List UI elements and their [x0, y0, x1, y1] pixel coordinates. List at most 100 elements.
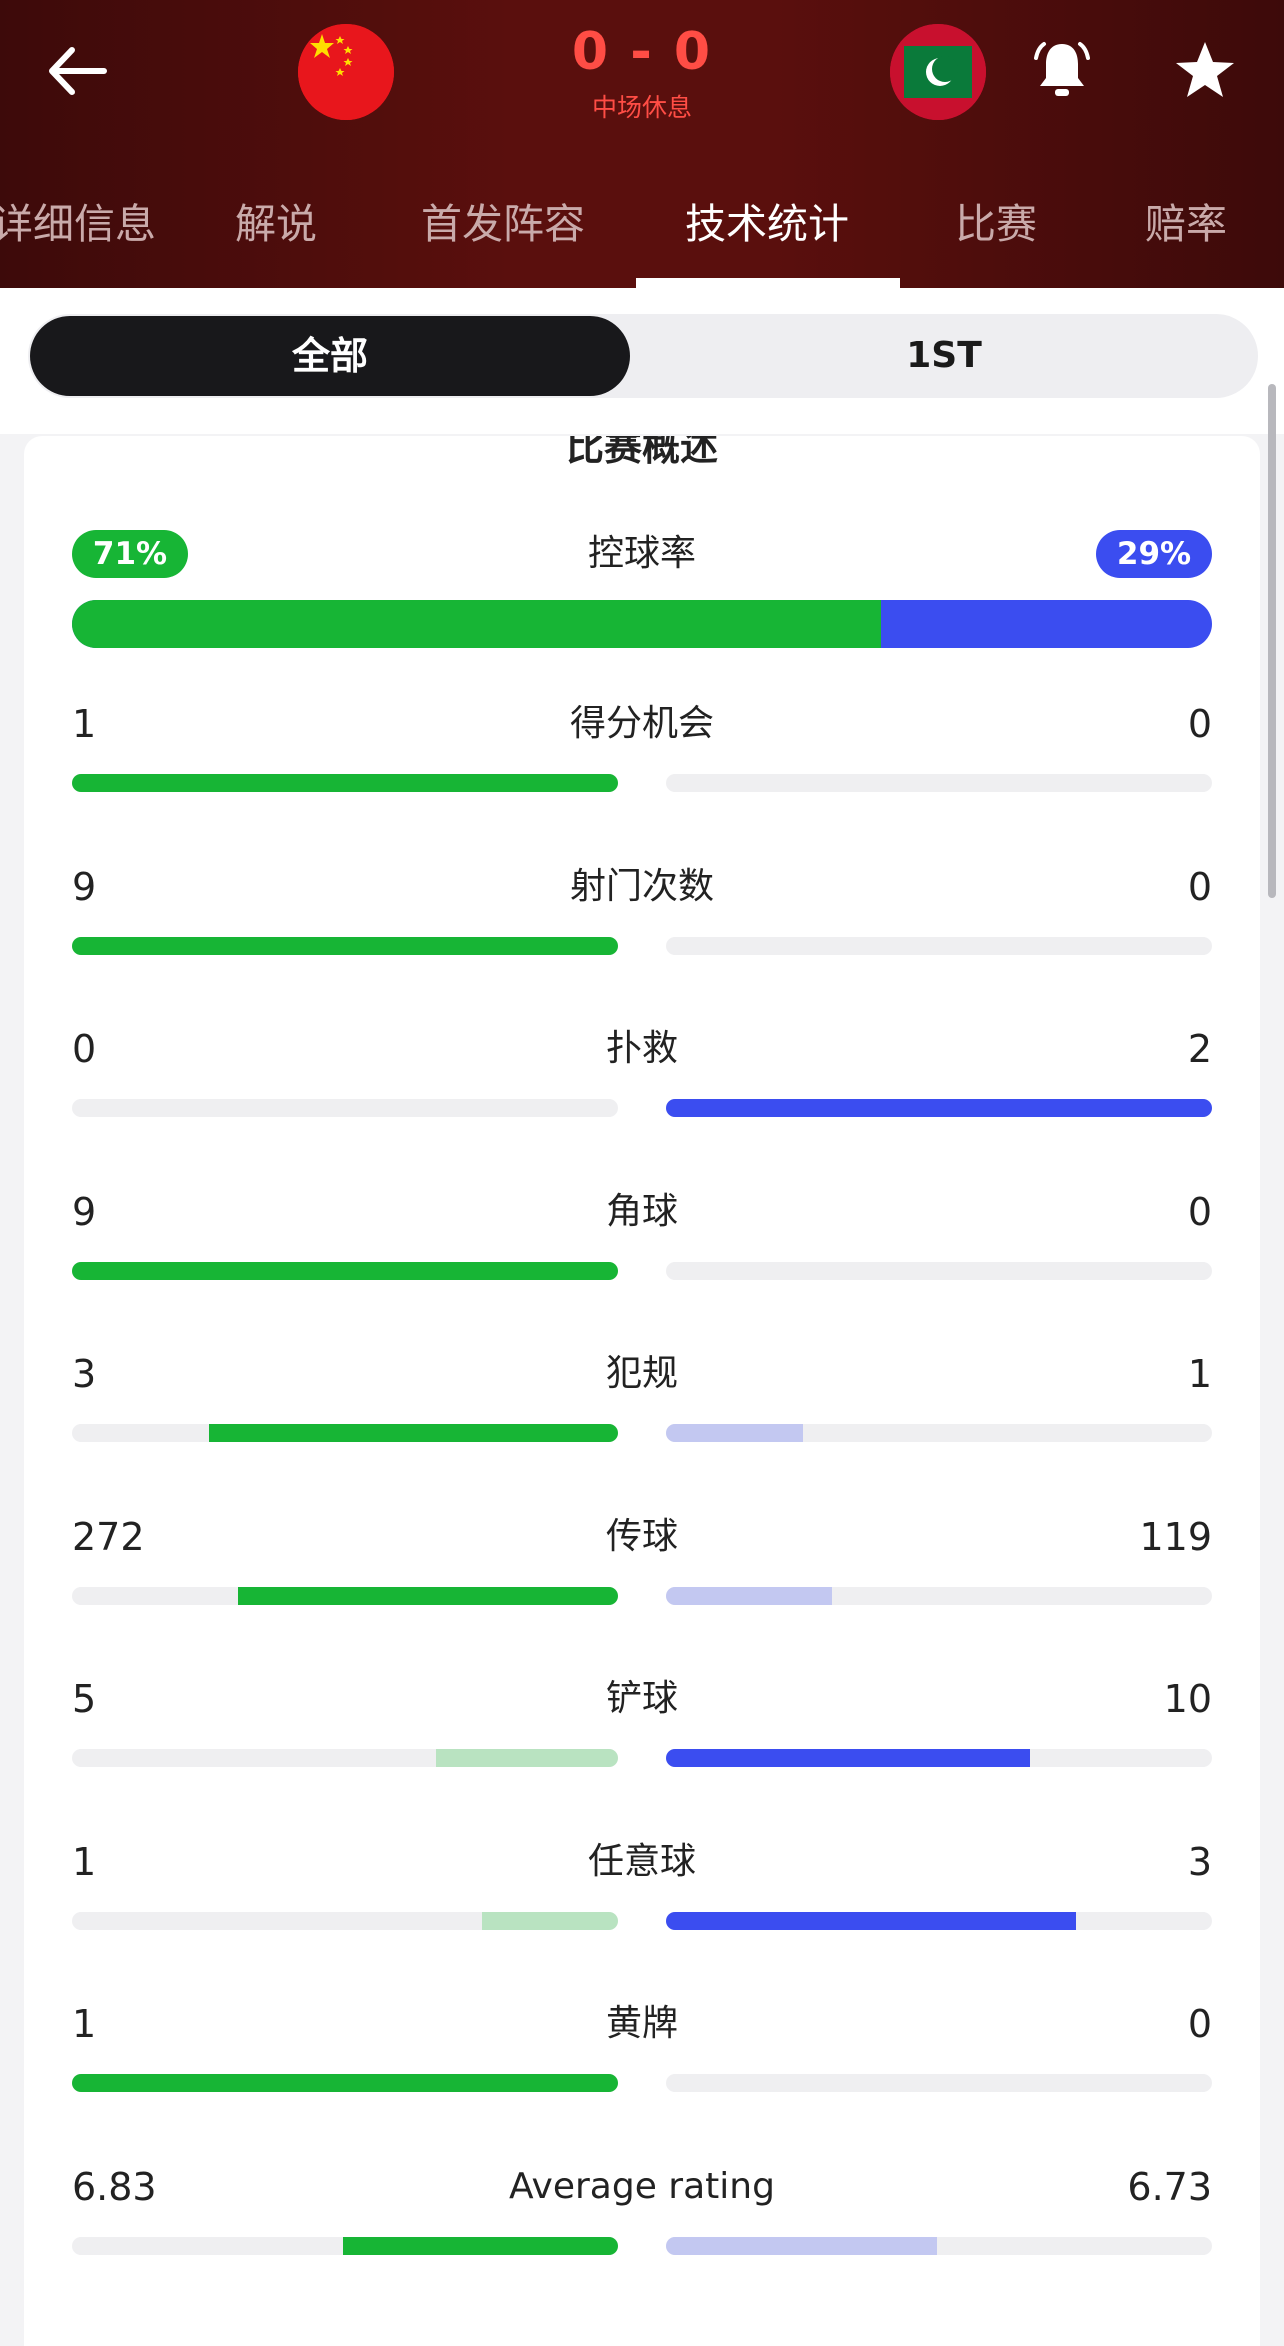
- segment-all-button[interactable]: 全部: [30, 316, 630, 396]
- stat-home-bar: [72, 1911, 618, 1930]
- stat-home-fill: [72, 2074, 618, 2092]
- tab-match[interactable]: 比赛: [955, 190, 1037, 250]
- stat-row: 1 任意球 3: [72, 1836, 1212, 1956]
- possession-away-badge: 29%: [1096, 530, 1212, 578]
- stat-away-value: 0: [1187, 1189, 1212, 1234]
- stat-home-bar: [72, 936, 618, 955]
- stat-away-bar: [666, 2236, 1212, 2255]
- period-segment: 全部 1ST: [28, 314, 1258, 398]
- stat-row: 3 犯规 1: [72, 1348, 1212, 1468]
- china-flag-icon[interactable]: [298, 24, 394, 120]
- tab-details[interactable]: 详细信息: [0, 190, 156, 250]
- tab-odds[interactable]: 赔率: [1145, 190, 1227, 250]
- stat-home-value: 272: [72, 1514, 145, 1559]
- stat-home-fill: [72, 936, 618, 955]
- stat-away-bar: [666, 1586, 1212, 1605]
- maldives-flag-icon[interactable]: [890, 24, 986, 120]
- section-title: 比赛概述: [565, 436, 718, 469]
- possession-bar: [72, 600, 1212, 648]
- stat-label: 任意球: [587, 1840, 696, 1882]
- stat-label: 传球: [605, 1515, 678, 1557]
- stat-away-bar: [666, 1099, 1212, 1117]
- active-tab-indicator: [636, 278, 900, 288]
- match-score: 0 - 0: [571, 22, 713, 82]
- stat-away-value: 119: [1139, 1514, 1212, 1559]
- stat-row: 5 铲球 10: [72, 1673, 1212, 1793]
- tab-bar: 详细信息 解说 首发阵容 技术统计 比赛 赔率: [0, 180, 1284, 288]
- stat-home-fill: [343, 2236, 618, 2255]
- stat-label: 犯规: [605, 1353, 678, 1394]
- stat-away-value: 0: [1187, 2002, 1212, 2046]
- stat-home-bar: [72, 1099, 618, 1117]
- segment-first-half-button[interactable]: 1ST: [632, 316, 1256, 396]
- stat-row: 1 得分机会 0: [72, 698, 1212, 818]
- stat-away-bar: [666, 936, 1212, 955]
- stat-home-bar: [72, 2074, 618, 2092]
- stat-away-value: 2: [1187, 1027, 1212, 1071]
- stat-away-value: 0: [1187, 702, 1212, 746]
- stat-row: 1 黄牌 0: [72, 1998, 1212, 2118]
- stat-row: 0 扑救 2: [72, 1023, 1212, 1143]
- stat-home-fill: [436, 1749, 618, 1767]
- stat-away-bar: [666, 1749, 1212, 1767]
- stat-home-fill: [72, 1261, 618, 1280]
- stat-home-fill: [72, 774, 618, 792]
- match-status: 中场休息: [591, 93, 692, 122]
- stat-away-value: 1: [1187, 1352, 1212, 1396]
- stat-home-bar: [72, 2236, 618, 2255]
- stat-away-value: 6.73: [1127, 2164, 1212, 2209]
- stat-home-bar: [72, 1749, 618, 1767]
- stat-away-fill: [666, 1586, 833, 1605]
- stat-away-fill: [666, 1911, 1076, 1930]
- stat-away-fill: [666, 1424, 803, 1442]
- stat-home-fill: [208, 1424, 618, 1442]
- stat-home-value: 5: [72, 1677, 97, 1721]
- stat-label: 铲球: [605, 1678, 678, 1719]
- back-arrow-icon[interactable]: [42, 36, 112, 106]
- scrollbar[interactable]: [1268, 384, 1276, 898]
- stat-home-bar: [72, 1586, 618, 1605]
- stat-row: 6.83 Average rating 6.73: [72, 2161, 1212, 2281]
- stat-home-value: 3: [72, 1352, 97, 1396]
- stat-label: Average rating: [509, 2165, 775, 2207]
- possession-home-badge: 71%: [72, 530, 188, 578]
- stat-label: 射门次数: [569, 865, 714, 907]
- stat-away-fill: [666, 2236, 937, 2255]
- match-header: 0 - 0 中场休息 详细信息 解说 首发阵容 技术统计 比赛 赔率: [0, 0, 1284, 288]
- stat-away-fill: [666, 1749, 1030, 1767]
- stat-away-value: 10: [1163, 1677, 1212, 1721]
- stat-label: 黄牌: [605, 2003, 678, 2044]
- stat-home-fill: [481, 1911, 618, 1930]
- stat-home-value: 9: [72, 1189, 97, 1234]
- stat-home-value: 1: [72, 702, 97, 746]
- stat-home-value: 6.83: [72, 2164, 157, 2209]
- stat-away-value: 0: [1187, 864, 1212, 909]
- stat-row: 9 射门次数 0: [72, 861, 1212, 981]
- stat-away-bar: [666, 2074, 1212, 2092]
- stat-away-fill: [666, 1099, 1212, 1117]
- tab-commentary[interactable]: 解说: [235, 190, 317, 250]
- possession-home-fill: [72, 600, 882, 648]
- stat-label: 得分机会: [569, 703, 714, 744]
- favorite-star-icon[interactable]: [1172, 38, 1238, 104]
- stat-label: 角球: [605, 1190, 678, 1232]
- stat-home-fill: [238, 1586, 618, 1605]
- stat-away-bar: [666, 1911, 1212, 1930]
- stat-away-bar: [666, 1424, 1212, 1442]
- stat-away-value: 3: [1187, 1839, 1212, 1884]
- stat-home-bar: [72, 1261, 618, 1280]
- stat-home-value: 1: [72, 1839, 97, 1884]
- stat-row: 272 传球 119: [72, 1511, 1212, 1631]
- stat-away-bar: [666, 774, 1212, 792]
- possession-label: 控球率: [587, 533, 696, 574]
- stat-home-value: 1: [72, 2002, 97, 2046]
- tab-stats[interactable]: 技术统计: [685, 190, 849, 250]
- stats-card: 比赛概述 71% 控球率 29% 1 得分机会 0 9 射门次数 0 0 扑救 2 9 角球 0 3 犯规…: [24, 436, 1260, 2346]
- period-filter-bar: 全部 1ST: [0, 288, 1284, 434]
- tab-lineups[interactable]: 首发阵容: [421, 190, 585, 250]
- stat-away-bar: [666, 1261, 1212, 1280]
- stat-label: 扑救: [605, 1028, 678, 1069]
- notification-bell-icon[interactable]: [1028, 36, 1096, 104]
- stat-home-value: 0: [72, 1027, 97, 1071]
- stat-home-bar: [72, 774, 618, 792]
